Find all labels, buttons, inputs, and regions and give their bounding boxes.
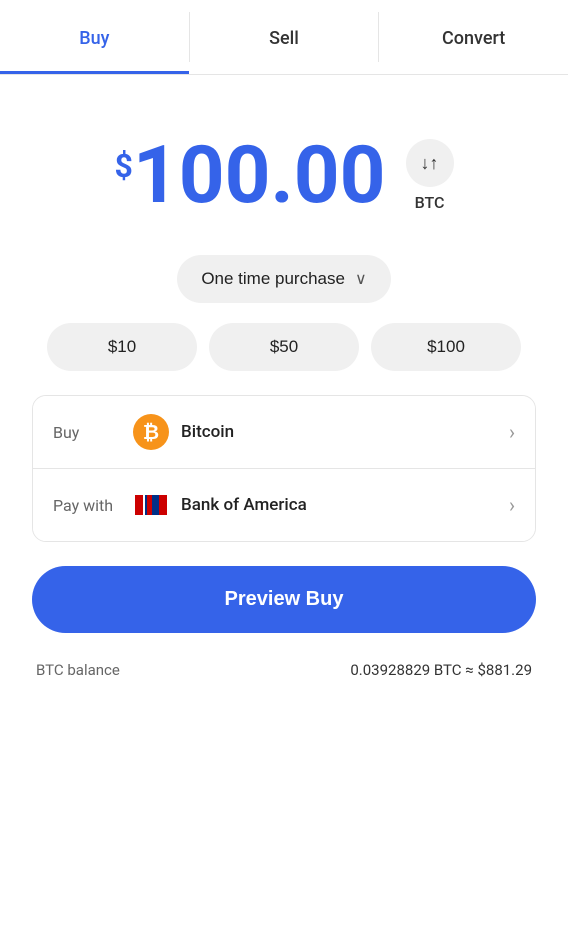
quick-amounts: $10 $50 $100 (32, 323, 536, 371)
currency-label: BTC (415, 193, 445, 212)
buy-row-label: Buy (53, 423, 133, 442)
bitcoin-symbol: ₿ (143, 420, 159, 445)
currency-toggle-button[interactable]: ↓↑ (406, 139, 454, 187)
pay-with-chevron-icon: › (509, 493, 515, 517)
quick-amount-50[interactable]: $50 (209, 323, 359, 371)
transaction-card: Buy ₿ Bitcoin › Pay with (32, 395, 536, 542)
tab-buy[interactable]: Buy (0, 0, 189, 74)
tab-bar: Buy Sell Convert (0, 0, 568, 75)
quick-amount-10[interactable]: $10 (47, 323, 197, 371)
bank-of-america-icon (133, 487, 169, 523)
tab-sell-label: Sell (269, 28, 299, 49)
bank-icon-container (133, 487, 169, 523)
buy-row[interactable]: Buy ₿ Bitcoin › (33, 396, 535, 469)
btc-balance-value: 0.03928829 BTC ≈ $881.29 (350, 661, 532, 679)
bitcoin-name: Bitcoin (181, 422, 509, 442)
btc-balance-label: BTC balance (36, 661, 120, 679)
bank-name: Bank of America (181, 495, 509, 515)
dropdown-arrow-icon: ∨ (355, 269, 367, 289)
amount-display: $ 100.00 (114, 135, 385, 215)
tab-buy-label: Buy (79, 28, 109, 49)
quick-amount-100-label: $100 (427, 337, 465, 356)
quick-amount-50-label: $50 (270, 337, 298, 356)
purchase-type-button[interactable]: One time purchase ∨ (177, 255, 390, 303)
pay-with-row[interactable]: Pay with B (33, 469, 535, 541)
bitcoin-icon: ₿ (133, 414, 169, 450)
quick-amount-100[interactable]: $100 (371, 323, 521, 371)
preview-buy-label: Preview Buy (225, 588, 344, 610)
tab-sell[interactable]: Sell (190, 0, 379, 74)
tab-convert[interactable]: Convert (379, 0, 568, 74)
amount-section: $ 100.00 ↓↑ BTC (114, 135, 453, 215)
btc-balance-row: BTC balance 0.03928829 BTC ≈ $881.29 (32, 661, 536, 679)
preview-buy-button[interactable]: Preview Buy (32, 566, 536, 633)
amount-value: 100.00 (133, 135, 386, 215)
main-content: $ 100.00 ↓↑ BTC One time purchase ∨ $10 … (0, 75, 568, 709)
quick-amount-10-label: $10 (108, 337, 136, 356)
currency-symbol: $ (114, 147, 132, 185)
buy-row-chevron-icon: › (509, 420, 515, 444)
tab-convert-label: Convert (442, 28, 505, 49)
purchase-type-label: One time purchase (201, 269, 345, 289)
toggle-arrows-icon: ↓↑ (421, 154, 439, 172)
pay-with-label: Pay with (53, 496, 133, 515)
currency-toggle: ↓↑ BTC (406, 139, 454, 212)
